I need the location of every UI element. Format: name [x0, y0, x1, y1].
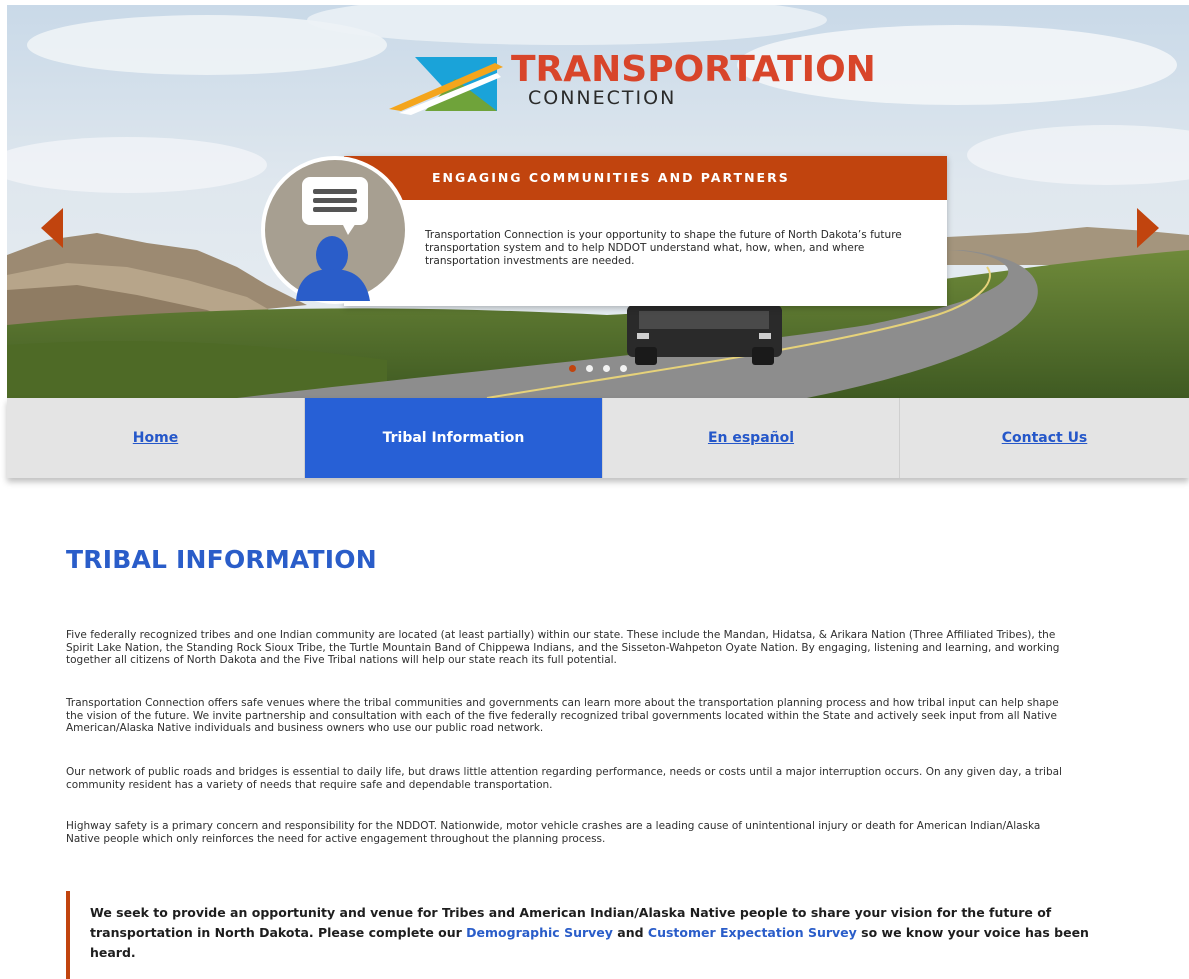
chevron-left-icon [41, 208, 63, 248]
nav-item-label[interactable]: Contact Us [1002, 430, 1088, 446]
site-logo[interactable]: TRANSPORTATION CONNECTION [385, 49, 876, 119]
chevron-right-icon [1137, 208, 1159, 248]
slide-heading-band: ENGAGING COMMUNITIES AND PARTNERS [344, 156, 947, 200]
paragraph: Transportation Connection offers safe ve… [66, 697, 1059, 734]
nav-item-en-espanol[interactable]: En español [603, 398, 900, 478]
logo-wordmark-top: TRANSPORTATION [511, 49, 876, 90]
nav-item-label[interactable]: Tribal Information [383, 430, 525, 446]
carousel-dot[interactable] [586, 365, 593, 372]
callout-text: We seek to provide an opportunity and ve… [90, 903, 1110, 963]
slide-banner: ENGAGING COMMUNITIES AND PARTNERS Transp… [344, 156, 947, 306]
logo-road-mark [389, 57, 503, 115]
carousel-next-button[interactable] [1137, 208, 1159, 248]
carousel-dot[interactable] [603, 365, 610, 372]
demographic-survey-link[interactable]: Demographic Survey [466, 925, 613, 940]
carousel-dot[interactable] [569, 365, 576, 372]
nav-item-contact-us[interactable]: Contact Us [900, 398, 1189, 478]
carousel-prev-button[interactable] [41, 208, 63, 248]
nav-item-home[interactable]: Home [7, 398, 305, 478]
page-title: TRIBAL INFORMATION [66, 545, 377, 574]
customer-expectation-survey-link[interactable]: Customer Expectation Survey [648, 925, 857, 940]
paragraph: Our network of public roads and bridges … [66, 766, 1062, 791]
main-nav: Home Tribal Information En español Conta… [7, 398, 1189, 478]
logo-wordmark-bottom: CONNECTION [528, 87, 677, 109]
paragraph: Highway safety is a primary concern and … [66, 820, 1041, 845]
carousel-dots [569, 357, 637, 372]
slide-text: Transportation Connection is your opport… [425, 229, 902, 267]
main-content: TRIBAL INFORMATION [66, 545, 1076, 574]
nav-item-label[interactable]: Home [133, 430, 178, 446]
nav-item-label[interactable]: En español [708, 430, 794, 446]
hero-carousel: TRANSPORTATION CONNECTION ENGAGING COMMU… [7, 5, 1189, 398]
callout-text-part: and [612, 925, 648, 940]
nav-item-tribal-information[interactable]: Tribal Information [305, 398, 603, 478]
slide-heading: ENGAGING COMMUNITIES AND PARTNERS [432, 170, 790, 185]
user-speech-bubble-icon [260, 155, 410, 305]
paragraph: Five federally recognized tribes and one… [66, 629, 1060, 666]
carousel-dot[interactable] [620, 365, 627, 372]
survey-callout: We seek to provide an opportunity and ve… [66, 891, 1116, 979]
